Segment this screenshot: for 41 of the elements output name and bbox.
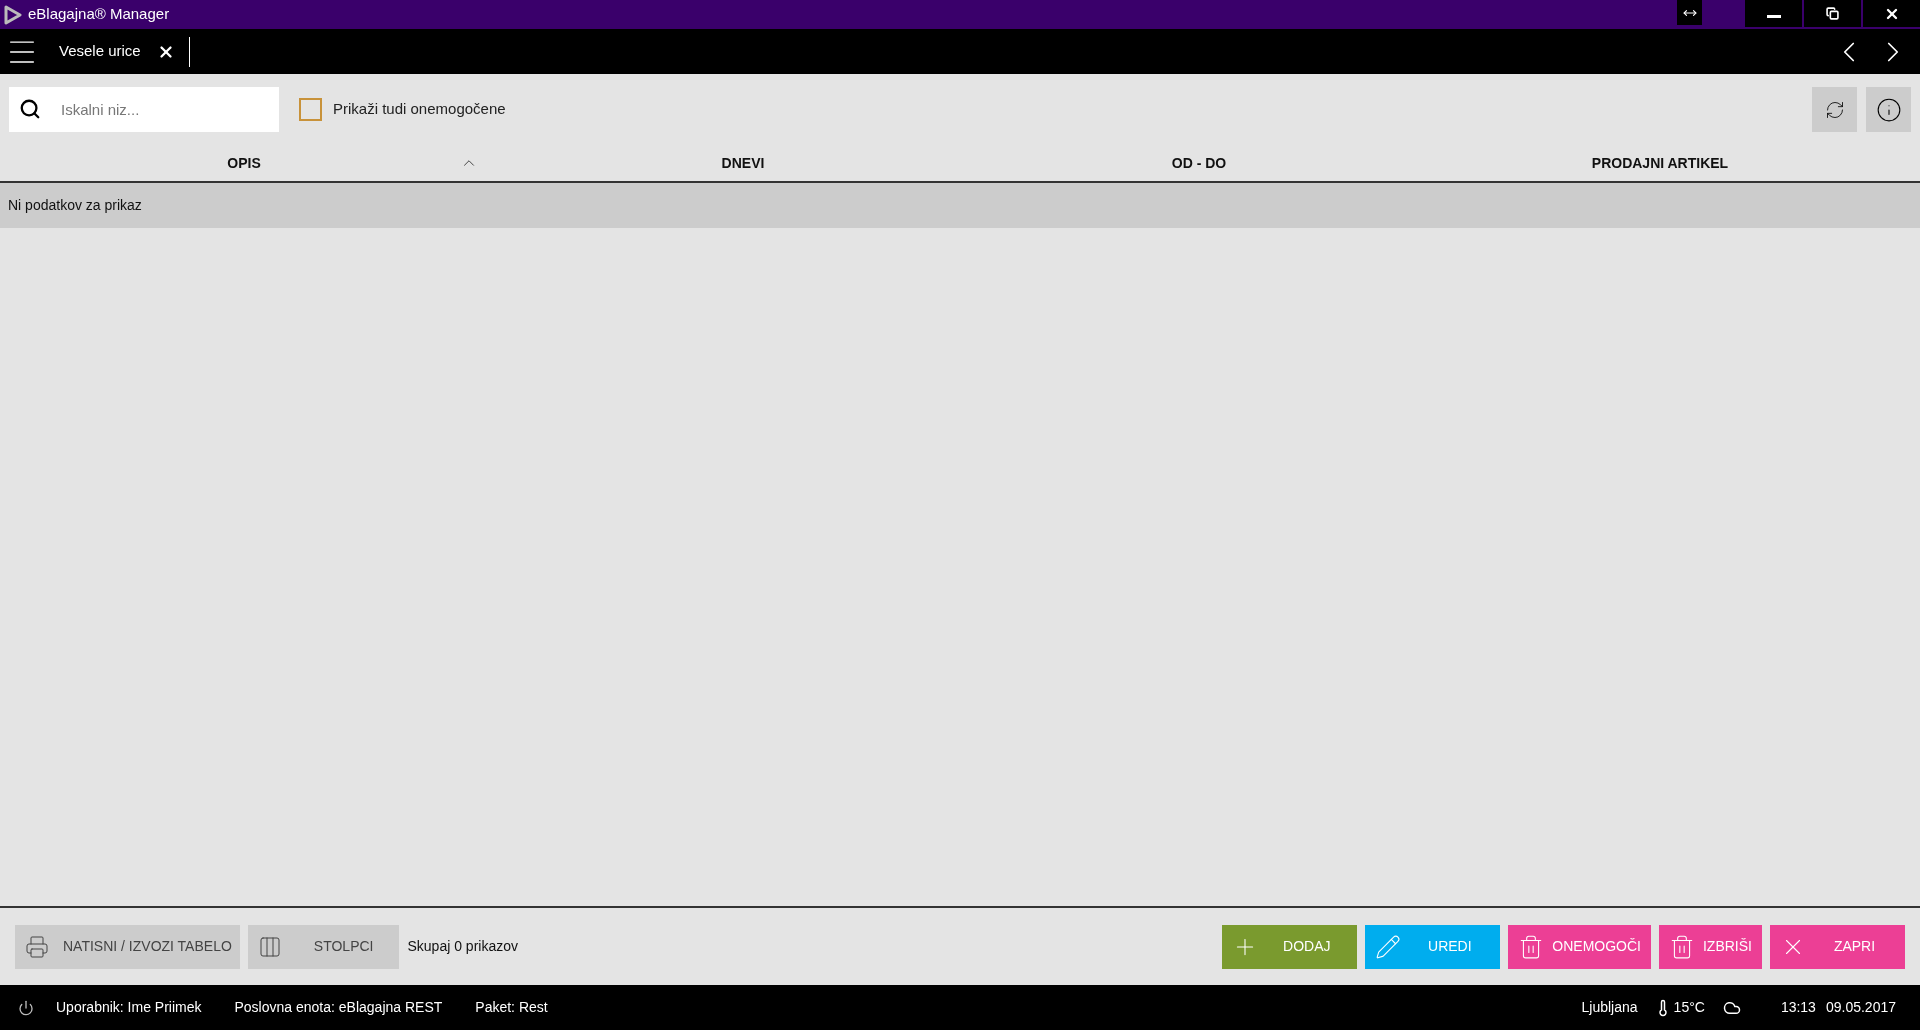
- restore-icon: [1826, 7, 1839, 20]
- info-button[interactable]: [1866, 87, 1911, 132]
- close-button[interactable]: [1863, 0, 1920, 27]
- app-logo-icon: [2, 4, 22, 25]
- minimize-icon: [1766, 15, 1781, 18]
- trash-icon: [1669, 933, 1695, 960]
- resize-button[interactable]: [1677, 0, 1702, 25]
- columns-icon: [257, 934, 282, 959]
- column-header[interactable]: DNEVI: [488, 145, 998, 181]
- action-button[interactable]: IZBRIŠI: [1659, 924, 1762, 969]
- toolbar-button[interactable]: STOLPCI: [247, 924, 400, 969]
- package-label: Paket: Rest: [475, 998, 548, 1017]
- checkbox-label: Prikaži tudi onemogočene: [333, 99, 506, 120]
- tab[interactable]: Vesele urice: [39, 36, 190, 67]
- action-button[interactable]: ZAPRI: [1770, 924, 1905, 969]
- total-count: Skupaj 0 prikazov: [407, 937, 518, 956]
- user-label: Uporabnik: Ime Priimek: [56, 998, 202, 1017]
- refresh-icon: [1824, 99, 1845, 120]
- search-field[interactable]: Iskalni niz...: [9, 87, 279, 132]
- refresh-button[interactable]: [1812, 87, 1857, 132]
- time-label: 13:13: [1780, 998, 1816, 1017]
- power-icon[interactable]: [18, 999, 34, 1016]
- toolbar-button[interactable]: NATISNI / IZVOZI TABELO: [15, 924, 240, 969]
- printer-icon: [25, 934, 49, 959]
- date-label: 09.05.2017: [1825, 998, 1896, 1017]
- minimize-button[interactable]: [1745, 0, 1802, 27]
- business-unit-label: Poslovna enota: eBlagajna REST: [234, 998, 443, 1017]
- city-label: Ljubljana: [1581, 998, 1638, 1017]
- info-icon: [1875, 96, 1902, 123]
- search-icon: [19, 98, 41, 120]
- restore-button[interactable]: [1804, 0, 1861, 27]
- column-header[interactable]: OPIS: [0, 145, 488, 181]
- window-title: eBlagajna® Manager: [28, 4, 170, 25]
- column-header[interactable]: OD - DO: [998, 145, 1400, 181]
- temperature-label: 15°C: [1673, 998, 1705, 1017]
- checkbox[interactable]: [299, 98, 322, 121]
- column-header[interactable]: PRODAJNI ARTIKEL: [1400, 145, 1920, 181]
- empty-message: Ni podatkov za prikaz: [8, 196, 142, 215]
- action-button[interactable]: DODAJ: [1222, 924, 1358, 969]
- action-button[interactable]: ONEMOGOČI: [1508, 924, 1651, 969]
- pencil-icon: [1375, 933, 1402, 960]
